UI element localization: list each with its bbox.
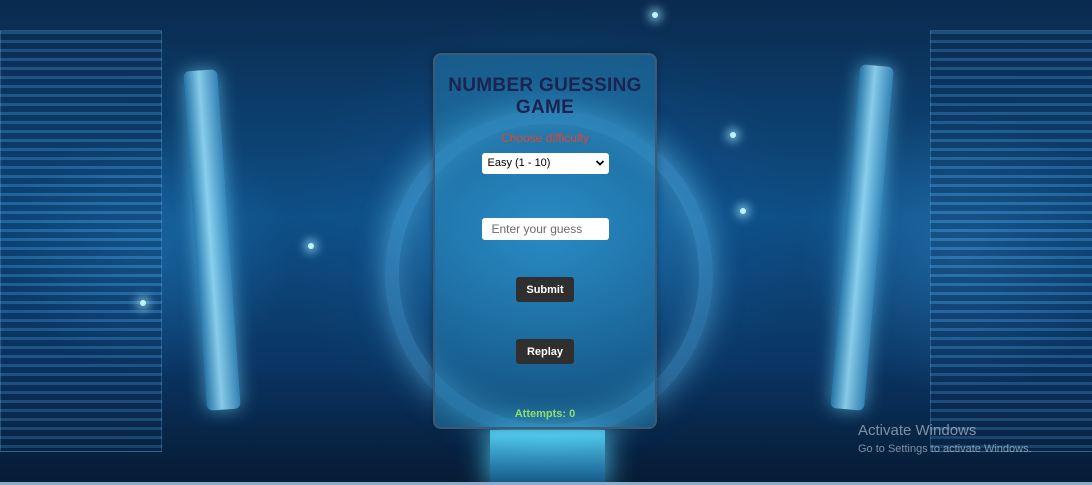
submit-button[interactable]: Submit (516, 277, 574, 302)
watermark-title: Activate Windows (858, 422, 977, 439)
sparkle (730, 132, 736, 138)
sparkle (740, 208, 746, 214)
floor-light (490, 430, 605, 485)
sparkle (652, 12, 658, 18)
left-server-rack (0, 30, 162, 452)
difficulty-select[interactable]: Easy (1 - 10) (481, 153, 609, 174)
right-server-rack (930, 30, 1092, 452)
guess-input[interactable] (481, 218, 609, 240)
difficulty-label: Choose difficulty (501, 131, 589, 145)
chevron-down-icon (595, 160, 604, 166)
activate-windows-watermark: Activate Windows Go to Settings to activ… (858, 422, 1032, 457)
difficulty-selected-value: Easy (1 - 10) (487, 157, 551, 169)
watermark-subtitle: Go to Settings to activate Windows. (858, 443, 1032, 455)
sparkle (308, 243, 314, 249)
replay-button[interactable]: Replay (516, 339, 574, 364)
page-title: NUMBER GUESSING GAME (448, 75, 642, 118)
game-screen: NUMBER GUESSING GAME Choose difficulty E… (0, 0, 1092, 485)
right-light-pillar (830, 64, 894, 411)
attempts-counter: Attempts: 0 (514, 408, 576, 420)
game-card: NUMBER GUESSING GAME Choose difficulty E… (433, 53, 657, 429)
left-light-pillar (183, 69, 241, 411)
sparkle (140, 300, 146, 306)
